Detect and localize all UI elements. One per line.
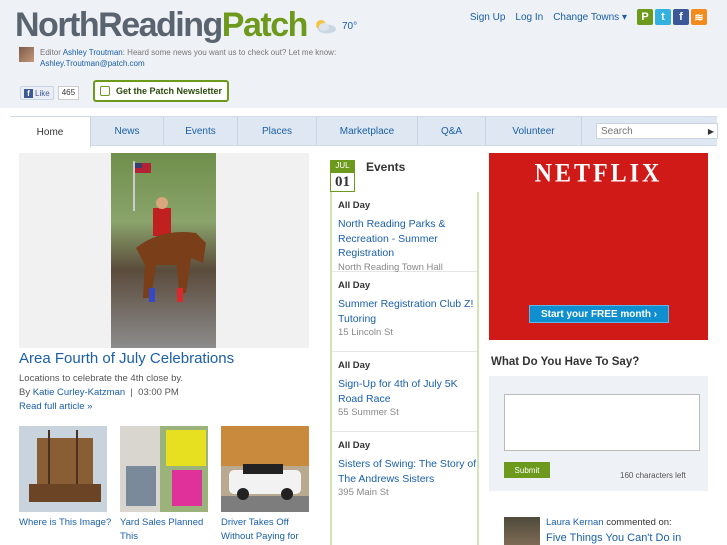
avatar[interactable] [504, 517, 540, 545]
tab-marketplace[interactable]: Marketplace [317, 117, 418, 145]
event-place: 55 Summer St [338, 407, 399, 418]
dropdown-arrow-icon: ▾ [621, 12, 627, 23]
tab-places[interactable]: Places [238, 117, 317, 145]
facebook-icon: f [24, 88, 33, 98]
commenter-link[interactable]: Laura Kernan [546, 517, 604, 528]
event-place: 395 Main St [338, 487, 389, 498]
facebook-icon[interactable]: f [673, 9, 689, 25]
signup-link[interactable]: Sign Up [470, 12, 506, 23]
editor-prefix: Editor [40, 48, 61, 57]
feature-photo[interactable] [19, 153, 309, 348]
event-place: 15 Lincoln St [338, 327, 393, 338]
ad-cta-button[interactable]: Start your FREE month › [529, 305, 669, 323]
feature-byline: By Katie Curley-Katzman | 03:00 PM [19, 387, 179, 398]
chars-left: 160 characters left [620, 471, 686, 480]
site-header: NorthReadingPatch 70° Sign Up Log In Cha… [0, 0, 727, 108]
search-go-icon[interactable]: ▶ [705, 124, 717, 138]
main-nav: Home News Events Places Marketplace Q&A … [10, 116, 718, 148]
event-item: All Day Summer Registration Club Z! Tuto… [332, 272, 477, 352]
editor-avatar [19, 47, 34, 62]
read-full-article-link[interactable]: Read full article » [19, 401, 92, 412]
comment-form: Submit 160 characters left [489, 376, 708, 491]
newsletter-icon [100, 86, 110, 96]
newsletter-label: Get the Patch Newsletter [116, 86, 223, 96]
top-links: Sign Up Log In Change Towns ▾ [470, 12, 627, 23]
feature-headline[interactable]: Area Fourth of July Celebrations [19, 350, 234, 367]
event-name-link[interactable]: Sisters of Swing: The Story of The Andre… [338, 457, 477, 486]
calendar-day: 01 [330, 172, 355, 192]
editor-name-link[interactable]: Ashley Troutman [63, 48, 123, 57]
site-logo[interactable]: NorthReadingPatch [15, 4, 309, 46]
parade-horse-image [111, 153, 216, 348]
netflix-ad[interactable]: NETFLIX Start your FREE month › [489, 153, 708, 340]
temperature: 70° [342, 20, 358, 32]
editor-note: Editor Ashley Troutman: Heard some news … [19, 47, 370, 69]
like-label: Like [35, 88, 50, 98]
event-time: All Day [338, 280, 371, 291]
tab-events[interactable]: Events [164, 117, 238, 145]
feature-summary: Locations to celebrate the 4th close by. [19, 373, 184, 384]
social-icons: P t f ≋ [637, 9, 707, 25]
events-list: All Day North Reading Parks & Recreation… [330, 192, 479, 545]
feature-time: 03:00 PM [138, 387, 179, 398]
events-heading: Events [366, 160, 406, 174]
event-name-link[interactable]: Sign-Up for 4th of July 5K Road Race [338, 377, 477, 406]
police-car-image [221, 426, 309, 512]
twitter-icon[interactable]: t [655, 9, 671, 25]
change-towns-link[interactable]: Change Towns ▾ [553, 12, 627, 23]
tab-volunteer[interactable]: Volunteer [486, 117, 582, 145]
events-panel: JUL 01 Events All Day North Reading Park… [330, 155, 479, 545]
thumb-caption[interactable]: Driver Takes Off Without Paying for [221, 516, 321, 544]
login-link[interactable]: Log In [515, 12, 543, 23]
ship-image [19, 426, 107, 512]
facebook-like: f Like 465 [20, 86, 80, 100]
submit-button[interactable]: Submit [504, 462, 550, 478]
like-count: 465 [57, 86, 80, 100]
byline-prefix: By [19, 387, 31, 398]
thumb-caption[interactable]: Where is This Image? [19, 516, 119, 530]
byline-separator: | [130, 387, 133, 398]
tab-home[interactable]: Home [10, 117, 91, 148]
editor-email-link[interactable]: Ashley.Troutman@patch.com [40, 59, 145, 68]
commented-article-link[interactable]: Five Things You Can't Do in [546, 532, 681, 544]
event-name-link[interactable]: North Reading Parks & Recreation - Summe… [338, 217, 477, 261]
rss-icon[interactable]: ≋ [691, 9, 707, 25]
comment-textarea[interactable] [504, 394, 700, 451]
tab-qa[interactable]: Q&A [418, 117, 486, 145]
change-towns-label: Change Towns [553, 12, 620, 23]
search-input[interactable] [597, 125, 705, 137]
comment-meta: Laura Kernan commented on: [546, 517, 681, 528]
event-item: All Day Sign-Up for 4th of July 5K Road … [332, 352, 477, 432]
comment-action: commented on: [606, 517, 672, 528]
calendar-month: JUL [330, 160, 355, 172]
event-time: All Day [338, 200, 371, 211]
weather-widget[interactable]: 70° [312, 16, 357, 36]
event-time: All Day [338, 440, 371, 451]
yard-sale-image [120, 426, 208, 512]
logo-patch: Patch [221, 6, 309, 44]
editor-text: Editor Ashley Troutman: Heard some news … [40, 47, 370, 69]
recent-comment: Laura Kernan commented on: Five Things Y… [504, 517, 681, 545]
comment-heading: What Do You Have To Say? [491, 356, 640, 368]
article-thumb[interactable]: Where is This Image? [19, 426, 111, 528]
search-box: ▶ [596, 123, 718, 139]
thumb-caption[interactable]: Yard Sales Planned This [120, 516, 220, 544]
partly-cloudy-icon [312, 17, 338, 35]
event-name-link[interactable]: Summer Registration Club Z! Tutoring [338, 297, 477, 326]
article-thumb[interactable]: Yard Sales Planned This [120, 426, 208, 542]
event-item: All Day Sisters of Swing: The Story of T… [332, 432, 477, 512]
editor-message: : Heard some news you want us to check o… [122, 48, 337, 57]
tab-news[interactable]: News [91, 117, 164, 145]
newsletter-button[interactable]: Get the Patch Newsletter [93, 80, 229, 102]
author-link[interactable]: Katie Curley-Katzman [33, 387, 125, 398]
like-button[interactable]: f Like [20, 86, 54, 100]
event-time: All Day [338, 360, 371, 371]
calendar-date-badge: JUL 01 [330, 160, 355, 192]
article-thumb[interactable]: Driver Takes Off Without Paying for [221, 426, 309, 542]
patch-icon[interactable]: P [637, 9, 653, 25]
event-item: All Day North Reading Parks & Recreation… [332, 192, 477, 273]
logo-town: NorthReading [15, 6, 223, 44]
ad-brand: NETFLIX [534, 159, 663, 189]
